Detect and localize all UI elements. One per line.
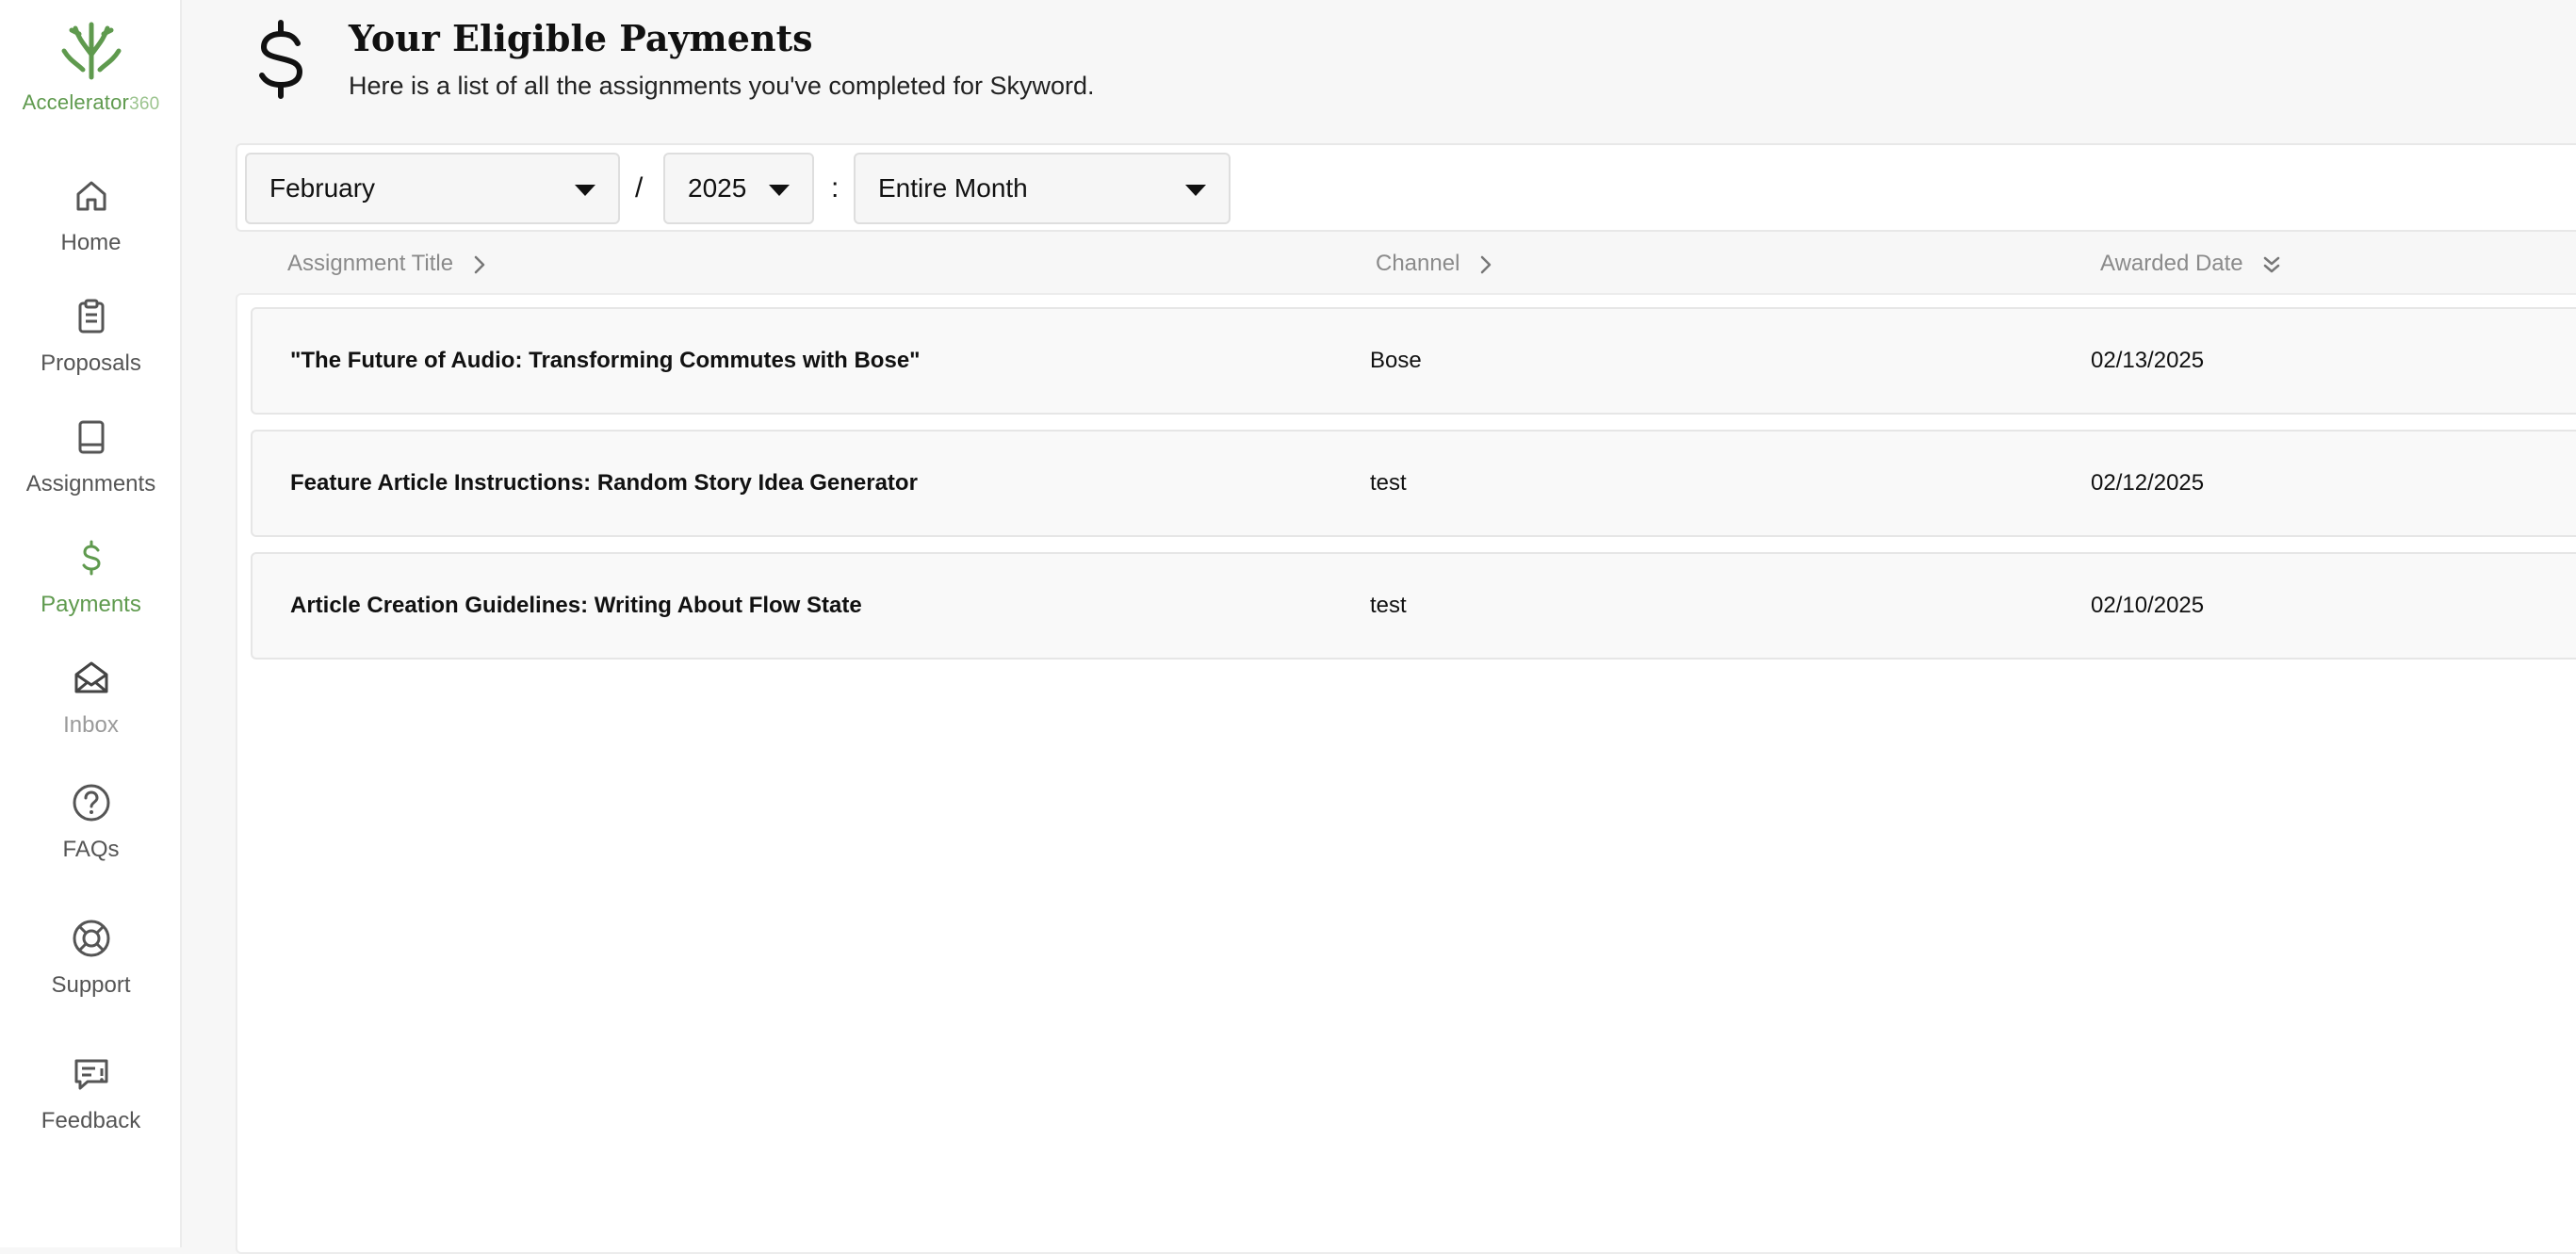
- sidebar-item-label: Feedback: [41, 1108, 141, 1133]
- envelope-open-icon: [74, 661, 107, 693]
- awarded-date: 02/13/2025: [2091, 348, 2205, 373]
- sidebar-item-assignments[interactable]: Assignments: [0, 416, 182, 520]
- column-header-awarded-date[interactable]: Awarded Date: [2100, 247, 2281, 281]
- dollar-icon: [259, 20, 303, 99]
- sidebar-item-label: Assignments: [25, 471, 156, 497]
- channel-name: test: [1370, 593, 1407, 618]
- dollar-icon: [82, 540, 101, 576]
- sidebar-item-home[interactable]: Home: [0, 175, 182, 279]
- chevrons-down-sort-icon: [2264, 256, 2280, 272]
- chevron-right-icon: [1480, 255, 1492, 273]
- table-row[interactable]: "The Future of Audio: Transforming Commu…: [251, 307, 2576, 415]
- filter-bar: February / 2025 : Entire Month: [236, 143, 2576, 232]
- assignment-title: Feature Article Instructions: Random Sto…: [290, 470, 918, 496]
- sidebar-item-label: Payments: [41, 592, 141, 617]
- sidebar-item-feedback[interactable]: Feedback: [0, 1053, 182, 1157]
- assignment-title: Article Creation Guidelines: Writing Abo…: [290, 593, 862, 618]
- month-select-value: February: [269, 173, 376, 203]
- sidebar-item-proposals[interactable]: Proposals: [0, 296, 182, 399]
- table-row[interactable]: Feature Article Instructions: Random Sto…: [251, 430, 2576, 537]
- sidebar-item-faqs[interactable]: FAQs: [0, 782, 182, 886]
- range-separator-colon: :: [831, 172, 840, 204]
- sidebar-item-label: Proposals: [41, 350, 141, 376]
- leaf-logo-icon: [61, 22, 121, 80]
- clipboard-icon: [78, 299, 104, 334]
- year-select[interactable]: 2025: [663, 153, 814, 224]
- table-row[interactable]: Article Creation Guidelines: Writing Abo…: [251, 552, 2576, 660]
- brand-name-text: Accelerator: [22, 90, 130, 114]
- range-select-value: Entire Month: [878, 173, 1028, 203]
- awarded-date: 02/10/2025: [2091, 593, 2205, 618]
- column-header-label: Assignment Title: [287, 251, 454, 276]
- chevron-down-icon: [1185, 185, 1206, 196]
- brand-name: Accelerator360: [0, 90, 182, 115]
- month-select[interactable]: February: [245, 153, 620, 224]
- awarded-date: 02/12/2025: [2091, 470, 2205, 496]
- range-select[interactable]: Entire Month: [854, 153, 1231, 224]
- year-select-value: 2025: [688, 173, 747, 203]
- chevron-down-icon: [575, 185, 595, 196]
- sidebar: Accelerator360 Home Proposals Assignment…: [0, 0, 182, 1247]
- assignment-title: "The Future of Audio: Transforming Commu…: [290, 348, 921, 373]
- page-subtitle: Here is a list of all the assignments yo…: [349, 72, 1095, 100]
- home-icon: [76, 181, 106, 211]
- page-title: Your Eligible Payments: [349, 17, 813, 59]
- chevron-right-icon: [474, 255, 484, 273]
- sidebar-item-label: Support: [51, 972, 131, 998]
- date-separator-slash: /: [635, 172, 644, 204]
- brand-name-suffix: 360: [129, 94, 160, 114]
- lifebuoy-icon: [73, 920, 109, 957]
- brand-logo[interactable]: Accelerator360: [0, 17, 182, 115]
- book-icon: [78, 420, 104, 454]
- column-header-channel[interactable]: Channel: [1376, 247, 1492, 281]
- sidebar-item-label: Inbox: [63, 712, 119, 738]
- sidebar-item-label: Home: [60, 230, 122, 255]
- column-header-label: Awarded Date: [2100, 251, 2243, 276]
- sidebar-item-inbox[interactable]: Inbox: [0, 658, 182, 761]
- chevron-down-icon: [769, 185, 790, 196]
- sidebar-item-label: FAQs: [62, 837, 120, 862]
- sidebar-item-support[interactable]: Support: [0, 918, 182, 1021]
- question-circle-icon: [73, 784, 109, 822]
- column-header-assignment-title[interactable]: Assignment Title: [287, 247, 486, 281]
- channel-name: test: [1370, 470, 1407, 496]
- sidebar-item-payments[interactable]: Payments: [0, 537, 182, 641]
- column-header-label: Channel: [1376, 251, 1460, 276]
- channel-name: Bose: [1370, 348, 1422, 373]
- feedback-chat-icon: [74, 1059, 107, 1090]
